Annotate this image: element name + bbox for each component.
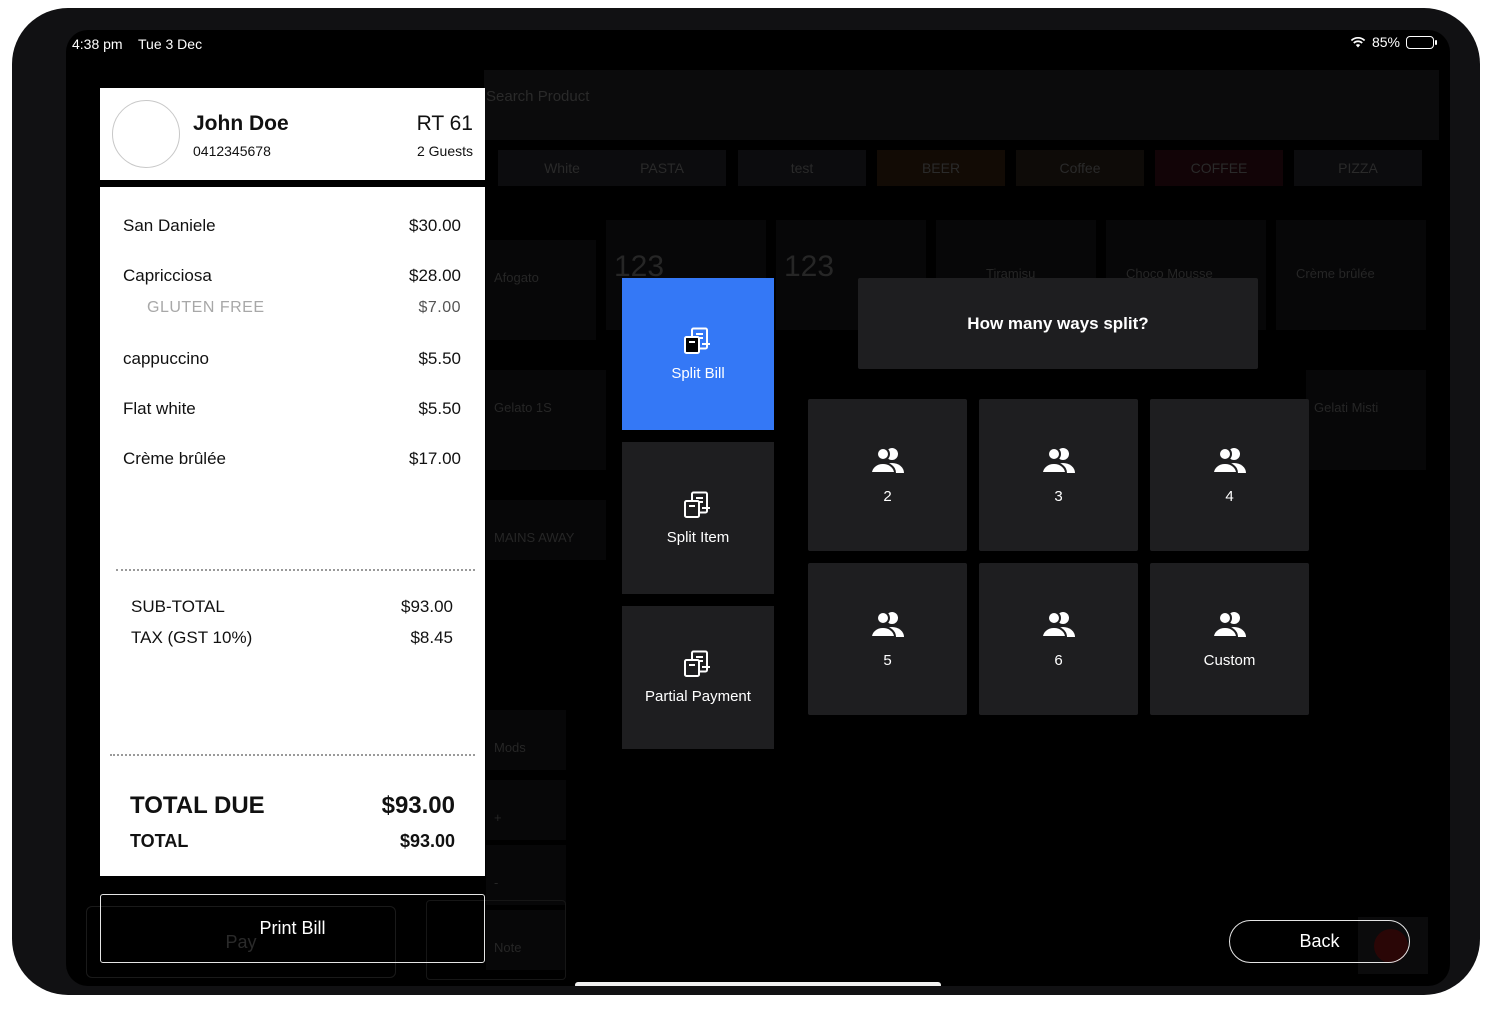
split-count-label: 5 [883, 651, 892, 669]
users-icon [1040, 610, 1077, 642]
background-category-tab: PASTA [598, 150, 726, 186]
split-3-ways-button[interactable]: 3 [979, 399, 1138, 551]
background-category-tab: PIZZA [1294, 150, 1422, 186]
users-icon [1040, 446, 1077, 478]
split-item-button[interactable]: Split Item [622, 442, 774, 594]
split-count-label: 4 [1225, 487, 1234, 505]
background-category-tab: test [738, 150, 866, 186]
subtotal-row: SUB-TOTAL $93.00 [131, 597, 453, 617]
item-name: Crème brûlée [123, 449, 226, 468]
users-icon [1211, 446, 1248, 478]
table-number: RT 61 [416, 112, 473, 135]
item-price: $17.00 [409, 449, 461, 468]
print-bill-button[interactable]: Print Bill [100, 894, 485, 963]
tablet-frame: Search Product White PASTA test BEER Cof… [12, 8, 1480, 995]
status-time: 4:38 pm [72, 36, 123, 52]
item-price: $5.50 [418, 399, 461, 418]
receipt: San Daniele $30.00 Capricciosa $28.00 GL… [100, 187, 485, 876]
split-count-label: Custom [1203, 651, 1256, 669]
background-search-bar [484, 70, 1439, 140]
subtotal-value: $93.00 [401, 597, 453, 616]
split-count-label: 2 [883, 487, 892, 505]
users-icon [869, 610, 906, 642]
wifi-icon [1350, 36, 1366, 48]
split-question: How many ways split? [858, 278, 1258, 369]
total-due-value: $93.00 [381, 792, 455, 819]
status-date: Tue 3 Dec [138, 36, 203, 52]
split-item-label: Split Item [666, 528, 730, 546]
modifier-name: GLUTEN FREE [147, 299, 265, 316]
battery-icon [1406, 35, 1437, 49]
status-indicators: 85% [1350, 34, 1437, 50]
order-item: Crème brûlée $17.00 [123, 449, 461, 469]
tax-value: $8.45 [410, 628, 453, 647]
background-category-tab: Coffee [1016, 150, 1144, 186]
background-product-tile: Gelato 1S [486, 370, 606, 470]
home-indicator[interactable] [575, 982, 941, 986]
avatar[interactable] [112, 100, 180, 168]
order-item: San Daniele $30.00 [123, 216, 461, 236]
partial-payment-label: Partial Payment [645, 688, 751, 705]
battery-percent: 85% [1371, 34, 1400, 50]
split-4-ways-button[interactable]: 4 [1150, 399, 1309, 551]
receipt-icon [683, 650, 713, 678]
item-price: $28.00 [409, 266, 461, 285]
order-item: Flat white $5.50 [123, 399, 461, 419]
split-2-ways-button[interactable]: 2 [808, 399, 967, 551]
order-item: cappuccino $5.50 [123, 349, 461, 369]
customer-name: John Doe [193, 112, 289, 135]
background-search-placeholder: Search Product [486, 88, 590, 105]
total-due-label: TOTAL DUE [130, 792, 265, 819]
battery-tip [1435, 39, 1437, 45]
split-custom-button[interactable]: Custom [1150, 563, 1309, 715]
item-name: Flat white [123, 399, 196, 418]
back-button[interactable]: Back [1229, 920, 1410, 963]
split-5-ways-button[interactable]: 5 [808, 563, 967, 715]
item-name: San Daniele [123, 216, 216, 235]
total-value: $93.00 [399, 831, 455, 851]
split-6-ways-button[interactable]: 6 [979, 563, 1138, 715]
background-product-tile: - [486, 845, 566, 905]
background-product-tile: Afogato [486, 240, 596, 340]
item-price: $5.50 [418, 349, 461, 368]
item-price: $30.00 [409, 216, 461, 235]
split-bill-button[interactable]: Split Bill [622, 278, 774, 430]
divider [110, 754, 475, 756]
split-count-label: 3 [1054, 487, 1063, 505]
background-product-tile: Crème brûlée [1276, 220, 1426, 330]
tax-label: TAX (GST 10%) [131, 628, 253, 647]
users-icon [869, 446, 906, 478]
subtotal-label: SUB-TOTAL [131, 597, 225, 616]
customer-header: John Doe 0412345678 RT 61 2 Guests [100, 88, 485, 180]
background-category-tab: COFFEE [1155, 150, 1283, 186]
total-row: TOTAL $93.00 [130, 831, 455, 852]
item-modifier: GLUTEN FREE $7.00 [147, 299, 461, 317]
users-icon [1211, 610, 1248, 642]
partial-payment-button[interactable]: Partial Payment [622, 606, 774, 749]
background-product-tile: + [486, 780, 566, 840]
total-due-row: TOTAL DUE $93.00 [130, 792, 455, 820]
background-category-tab: BEER [877, 150, 1005, 186]
split-count-label: 6 [1054, 651, 1063, 669]
split-bill-label: Split Bill [671, 364, 725, 382]
screen: Search Product White PASTA test BEER Cof… [66, 30, 1450, 986]
receipt-icon [683, 327, 713, 355]
background-product-tile: Mods [486, 710, 566, 770]
order-item: Capricciosa $28.00 [123, 266, 461, 286]
customer-phone: 0412345678 [193, 143, 271, 159]
receipt-icon [683, 491, 713, 519]
guest-count: 2 Guests [416, 143, 473, 159]
background-product-tile: Gelati Misti [1306, 370, 1426, 470]
background-product-tile: MAINS AWAY [486, 500, 606, 560]
tax-row: TAX (GST 10%) $8.45 [131, 628, 453, 648]
item-name: cappuccino [123, 349, 210, 368]
total-label: TOTAL [130, 831, 189, 851]
modifier-price: $7.00 [418, 299, 461, 316]
divider [116, 569, 475, 571]
item-name: Capricciosa [123, 266, 212, 285]
